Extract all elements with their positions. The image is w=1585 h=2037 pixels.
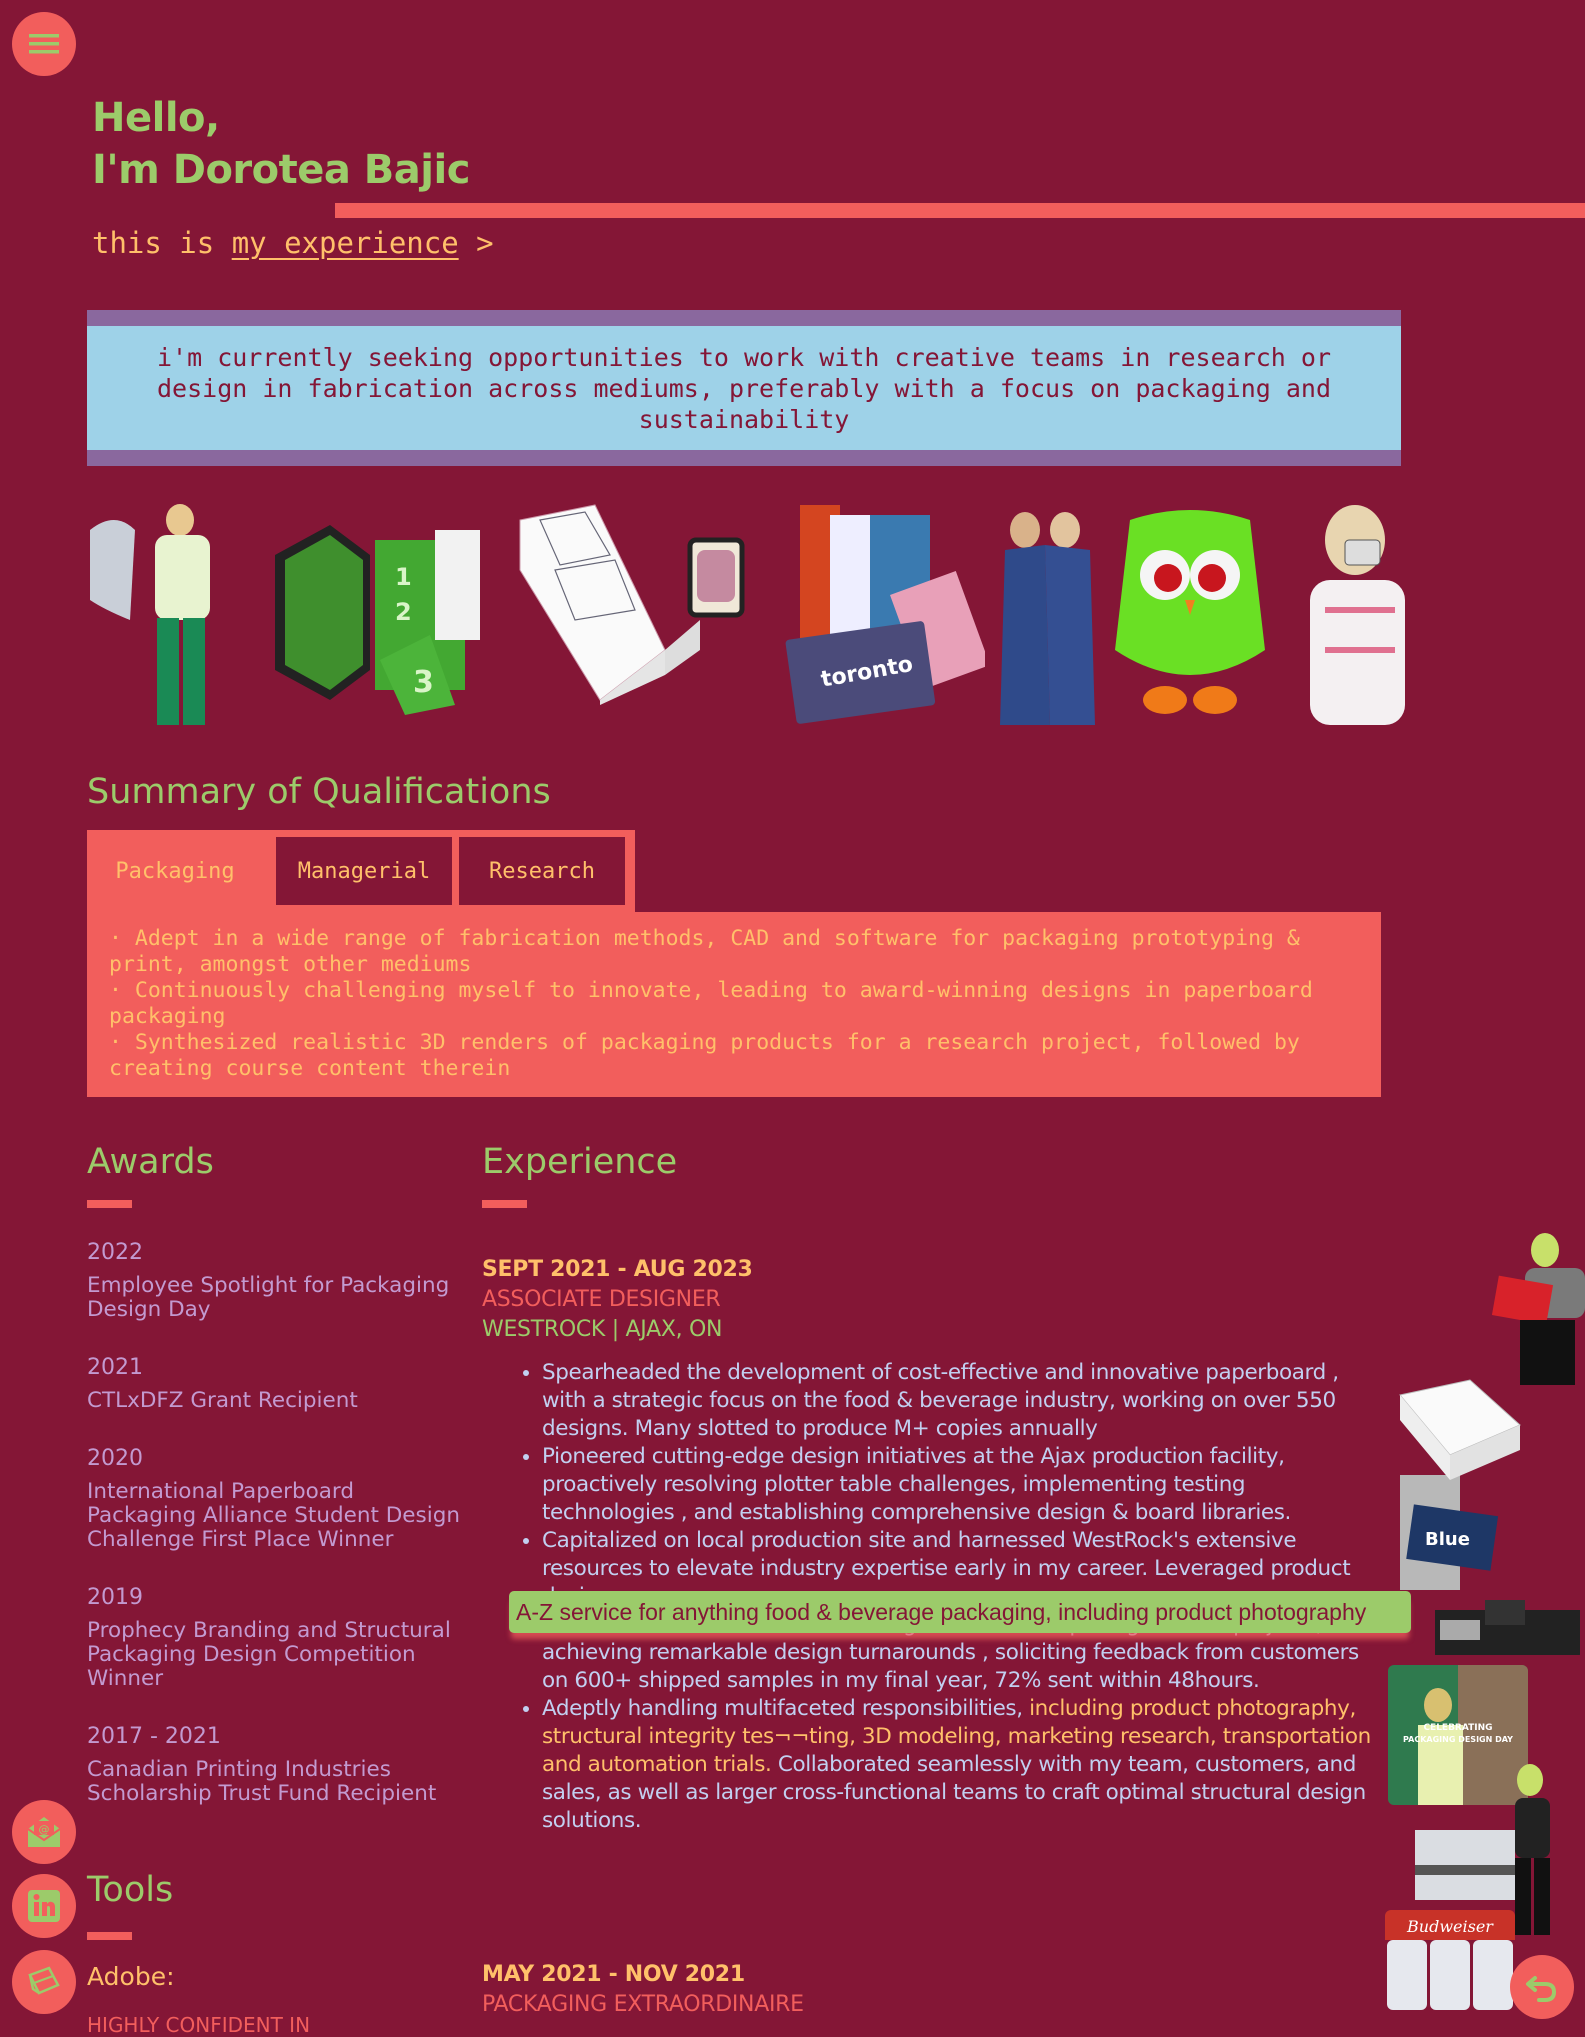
award-year: 2019 bbox=[87, 1585, 143, 1610]
portfolio-button[interactable] bbox=[12, 1950, 76, 2014]
my-experience-link[interactable]: my experience bbox=[232, 226, 459, 260]
svg-text:Budweiser: Budweiser bbox=[1406, 1917, 1494, 1936]
awards-underline bbox=[87, 1200, 132, 1208]
collage-image-cutting-table[interactable] bbox=[1415, 1760, 1575, 1935]
gallery-image-graduates[interactable] bbox=[990, 500, 1105, 725]
envelope-at-icon: @ bbox=[27, 1817, 61, 1847]
hover-tooltip: A-Z service for anything food & beverage… bbox=[509, 1591, 1411, 1633]
qualification-item: · Adept in a wide range of fabrication m… bbox=[109, 926, 1300, 977]
gallery-image-owl-figurine[interactable] bbox=[1100, 500, 1280, 720]
hero-subtitle: this is my experience > bbox=[92, 226, 494, 260]
tools-adobe-label: Adobe: bbox=[87, 1962, 175, 1991]
undo-arrow-icon bbox=[1526, 1976, 1557, 2002]
award-name: Prophecy Branding and Structural Packagi… bbox=[87, 1618, 451, 1691]
awards-heading: Awards bbox=[87, 1142, 214, 1182]
collage-image-plotter-machine[interactable] bbox=[1435, 1600, 1580, 1660]
collage-image-carton-and-beer[interactable]: Blue bbox=[1390, 1375, 1530, 1590]
tab-managerial[interactable]: Managerial bbox=[276, 837, 452, 905]
job-bullet-text: Adeptly handling multifaceted responsibi… bbox=[542, 1696, 1030, 1721]
hero-greeting: Hello, bbox=[92, 95, 220, 141]
seeking-text: i'm currently seeking opportunities to w… bbox=[87, 326, 1401, 450]
award-item: 2021 CTLxDFZ Grant Recipient bbox=[87, 1355, 467, 1413]
qualifications-tablist: Packaging Managerial Research bbox=[87, 830, 635, 912]
job-bullet-text: Capitalized on local production site and… bbox=[542, 1528, 1297, 1581]
gallery-image-printed-cards[interactable]: toronto bbox=[780, 500, 985, 725]
experience-underline bbox=[482, 1200, 527, 1208]
job-westrock: SEPT 2021 - AUG 2023 ASSOCIATE DESIGNER … bbox=[482, 1255, 1382, 1835]
svg-text:2: 2 bbox=[395, 598, 412, 626]
award-name: Canadian Printing Industries Scholarship… bbox=[87, 1757, 437, 1806]
award-item: 2017 - 2021 Canadian Printing Industries… bbox=[87, 1724, 467, 1806]
email-button[interactable]: @ bbox=[12, 1800, 76, 1864]
award-year: 2021 bbox=[87, 1355, 143, 1380]
award-year: 2022 bbox=[87, 1240, 143, 1265]
award-year: 2017 - 2021 bbox=[87, 1724, 221, 1749]
awards-list: 2022 Employee Spotlight for Packaging De… bbox=[87, 1240, 467, 1839]
job-title: ASSOCIATE DESIGNER bbox=[482, 1287, 721, 1312]
job-date: MAY 2021 - NOV 2021 bbox=[482, 1962, 745, 1987]
collage-image-person-with-box[interactable] bbox=[1485, 1230, 1585, 1385]
tools-adobe-note: HIGHLY CONFIDENT IN bbox=[87, 2013, 311, 2037]
tab-research[interactable]: Research bbox=[459, 837, 625, 905]
svg-text:CELEBRATING: CELEBRATING bbox=[1423, 1723, 1492, 1733]
menu-button[interactable] bbox=[12, 12, 76, 76]
tools-heading: Tools bbox=[87, 1870, 174, 1910]
svg-text:1: 1 bbox=[395, 563, 412, 591]
seeking-banner: i'm currently seeking opportunities to w… bbox=[87, 310, 1401, 466]
linkedin-button[interactable] bbox=[12, 1874, 76, 1938]
gallery-image-person-sheets[interactable] bbox=[85, 500, 225, 725]
award-item: 2022 Employee Spotlight for Packaging De… bbox=[87, 1240, 467, 1322]
hamburger-menu-icon bbox=[29, 34, 59, 54]
svg-text:@: @ bbox=[39, 1823, 50, 1836]
job-bullet: Pioneered cutting-edge design initiative… bbox=[542, 1443, 1382, 1527]
gallery-image-green-hex-box[interactable]: 3 1 2 bbox=[255, 510, 515, 720]
award-name: International Paperboard Packaging Allia… bbox=[87, 1479, 460, 1552]
qualification-item: · Synthesized realistic 3D renders of pa… bbox=[109, 1030, 1300, 1081]
job-place: WESTROCK | AJAX, ON bbox=[482, 1317, 723, 1342]
tools-underline bbox=[87, 1932, 132, 1940]
hero-divider-bar bbox=[335, 203, 1585, 218]
award-name: CTLxDFZ Grant Recipient bbox=[87, 1388, 358, 1413]
job-date: SEPT 2021 - AUG 2023 bbox=[482, 1257, 753, 1282]
svg-text:PACKAGING DESIGN DAY: PACKAGING DESIGN DAY bbox=[1403, 1735, 1513, 1744]
project-gallery: 3 1 2 toronto bbox=[85, 500, 1430, 730]
linkedin-icon bbox=[28, 1890, 60, 1922]
qualifications-panel: · Adept in a wide range of fabrication m… bbox=[87, 912, 1381, 1097]
job-bullet: Spearheaded the development of cost-effe… bbox=[542, 1359, 1382, 1443]
qualification-item: · Continuously challenging myself to inn… bbox=[109, 978, 1313, 1029]
award-year: 2020 bbox=[87, 1446, 143, 1471]
svg-text:3: 3 bbox=[413, 665, 434, 700]
award-item: 2020 International Paperboard Packaging … bbox=[87, 1446, 467, 1552]
box-icon bbox=[28, 1966, 60, 1995]
award-name: Employee Spotlight for Packaging Design … bbox=[87, 1273, 450, 1322]
experience-photo-collage: Blue CELEBRATING PACKAGING DESIGN DAY Bu… bbox=[1385, 1230, 1585, 2025]
collage-image-beer-pack[interactable]: Budweiser bbox=[1385, 1910, 1515, 2010]
hero-sub-suffix: > bbox=[458, 226, 494, 260]
job-title: PACKAGING EXTRAORDINAIRE bbox=[482, 1992, 804, 2017]
tab-packaging[interactable]: Packaging bbox=[87, 837, 263, 905]
experience-heading: Experience bbox=[482, 1142, 678, 1182]
job-packaging-extraordinaire: MAY 2021 - NOV 2021 PACKAGING EXTRAORDIN… bbox=[482, 1960, 804, 2020]
hero-name: I'm Dorotea Bajic bbox=[92, 147, 470, 193]
hero-heading: Hello, I'm Dorotea Bajic bbox=[92, 92, 470, 196]
job-bullet: Adeptly handling multifaceted responsibi… bbox=[542, 1695, 1382, 1835]
hero-sub-prefix: this is bbox=[92, 226, 232, 260]
svg-text:Blue: Blue bbox=[1425, 1529, 1470, 1550]
qualifications-heading: Summary of Qualifications bbox=[87, 772, 551, 812]
award-item: 2019 Prophecy Branding and Structural Pa… bbox=[87, 1585, 467, 1691]
gallery-image-child-camera[interactable] bbox=[1285, 500, 1425, 725]
gallery-image-white-carton[interactable] bbox=[505, 500, 745, 720]
back-button[interactable] bbox=[1510, 1955, 1574, 2019]
